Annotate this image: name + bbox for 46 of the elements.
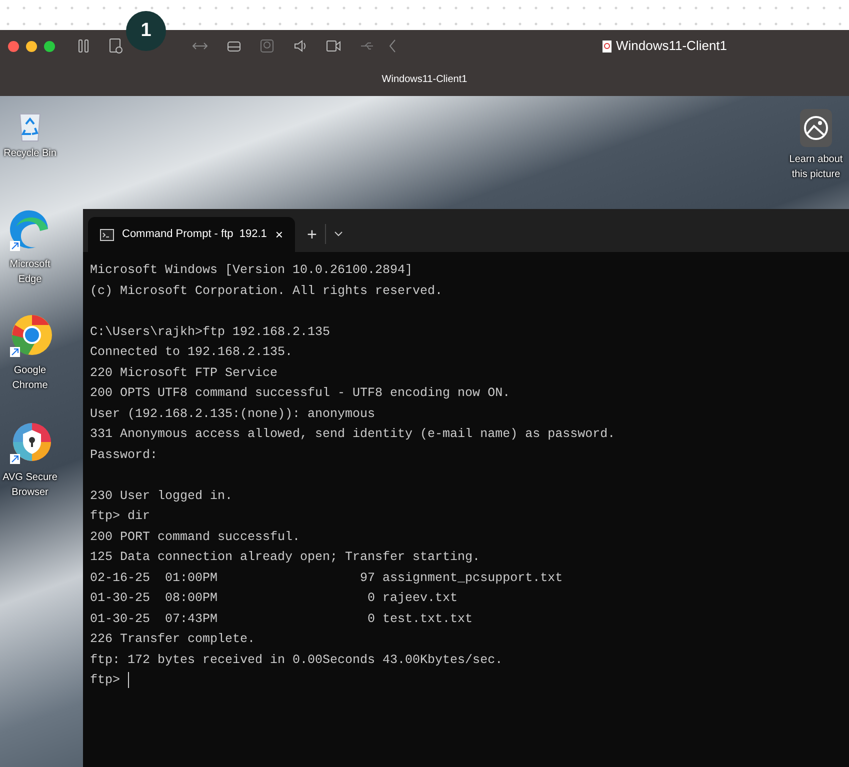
console-line: Password: bbox=[90, 446, 158, 464]
console-line: 230 User logged in. bbox=[90, 488, 233, 504]
icon-label: Microsoft Edge bbox=[8, 258, 52, 287]
console-line: ftp> bbox=[90, 672, 122, 689]
pause-icon[interactable] bbox=[78, 39, 90, 53]
speaker-icon[interactable] bbox=[293, 39, 307, 53]
icon-label: Google Chrome bbox=[11, 364, 49, 393]
console-line: ftp> dir bbox=[90, 508, 150, 525]
console-line: 02-16-25 01:00PM 97 assignment_pcsupport.txt bbox=[90, 570, 563, 586]
console-line: Connected to 192.168.2.135. bbox=[90, 344, 293, 361]
console-line: 01-30-25 08:00PM 0 rajeev.txt bbox=[90, 590, 458, 607]
terminal-tab[interactable]: Command Prompt - ftp 192.1 × bbox=[88, 217, 295, 252]
console-line: C:\Users\rajkh>ftp 192.168.2.135 bbox=[90, 324, 330, 340]
console-line: User (192.168.2.135:(none)): anonymous bbox=[90, 406, 376, 422]
console-line: 331 Anonymous access allowed, send identity (e-mail name) as password. bbox=[90, 426, 616, 443]
landscape-icon[interactable] bbox=[799, 108, 833, 148]
chevron-down-icon[interactable] bbox=[334, 231, 343, 237]
text-cursor bbox=[128, 672, 129, 688]
icon-label: AVG Secure Browser bbox=[2, 471, 58, 500]
shield-logo-icon[interactable] bbox=[8, 420, 52, 466]
tab-title: Command Prompt - ftp 192.1 bbox=[122, 227, 267, 242]
icon-label: Learn about this picture bbox=[788, 153, 844, 182]
console-line: 01-30-25 07:43PM 0 test.txt.txt bbox=[90, 610, 473, 628]
icon-label: Recycle Bin bbox=[4, 147, 56, 161]
snapshot-icon[interactable] bbox=[109, 38, 123, 54]
tab-close-button[interactable]: × bbox=[275, 224, 283, 244]
console-line: 226 Transfer complete. bbox=[90, 631, 256, 648]
console-line: Microsoft Windows [Version 10.0.26100.2894] bbox=[90, 262, 413, 279]
drive-icon[interactable] bbox=[227, 40, 241, 52]
chevron-left-icon[interactable] bbox=[389, 39, 397, 53]
console-line: 200 PORT command successful. bbox=[90, 528, 300, 546]
console-line: 220 Microsoft FTP Service bbox=[90, 364, 278, 382]
usb-icon[interactable] bbox=[360, 41, 374, 51]
console-line: 125 Data connection already open; Transfer starting. bbox=[90, 549, 480, 566]
console-line: 200 OPTS UTF8 command successful - UTF8 encoding now ON. bbox=[90, 385, 510, 402]
video-icon[interactable] bbox=[326, 40, 341, 52]
new-tab-button[interactable]: + bbox=[307, 217, 317, 252]
camera-icon[interactable] bbox=[260, 39, 274, 53]
vm-title: Windows11-Client1 bbox=[616, 37, 728, 56]
arrows-icon[interactable] bbox=[192, 41, 208, 51]
chrome-logo-icon[interactable] bbox=[8, 313, 52, 359]
console-line: ftp: 172 bytes received in 0.00Seconds 43.00Kbytes/sec. bbox=[90, 652, 503, 668]
window-title: Windows11-Client1 bbox=[382, 72, 468, 86]
terminal-icon bbox=[100, 228, 114, 240]
document-icon bbox=[602, 40, 612, 52]
console-line: (c) Microsoft Corporation. All rights reserved. bbox=[90, 282, 443, 300]
